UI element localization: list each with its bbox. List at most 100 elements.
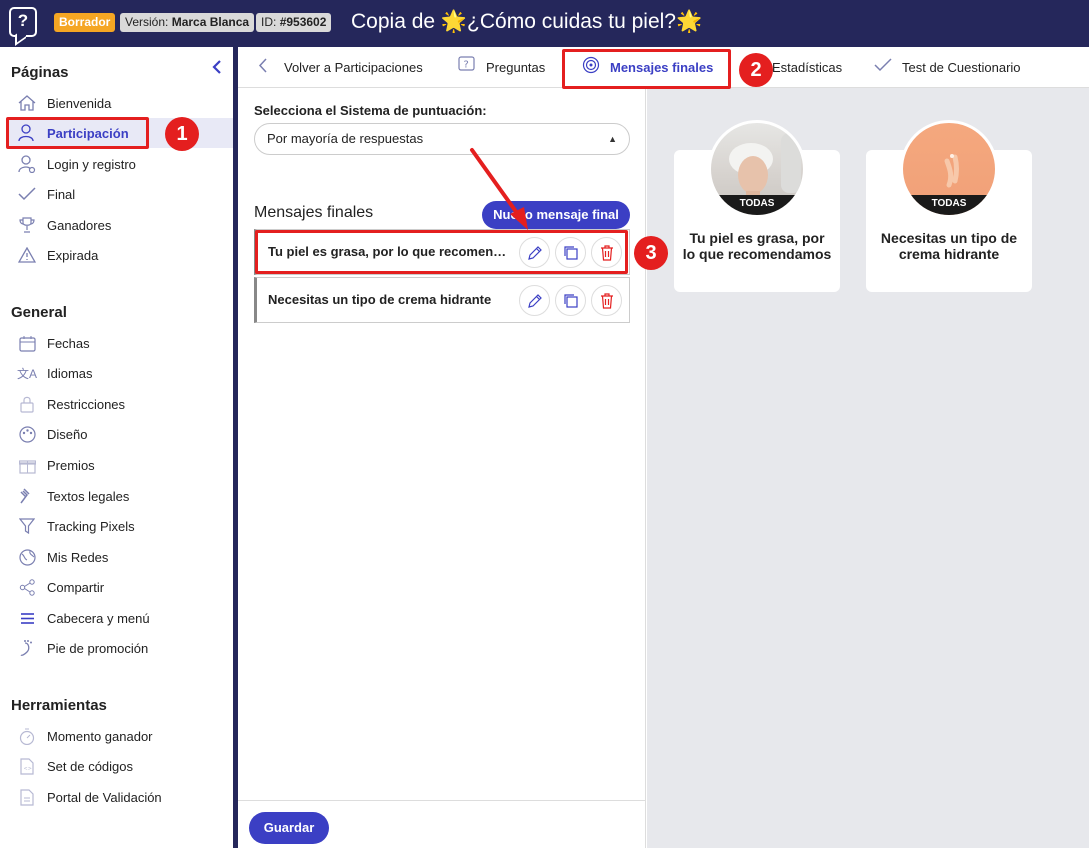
sidebar-item-label: Diseño <box>47 426 88 442</box>
sidebar-item-label: Ganadores <box>47 217 112 233</box>
version-badge: Versión: Marca Blanca <box>120 13 255 32</box>
sidebar-item-login[interactable]: Login y registro <box>8 149 233 179</box>
trophy-icon <box>16 214 38 236</box>
delete-icon[interactable] <box>591 285 622 316</box>
scoring-select[interactable]: Por mayoría de respuestas ▲ <box>254 123 630 155</box>
check-icon <box>16 183 38 205</box>
highlight-participacion <box>6 117 149 149</box>
sidebar-item-momento-ganador[interactable]: Momento ganador <box>8 721 233 751</box>
code-file-icon: <> <box>16 755 38 777</box>
sidebar-item-label: Mis Redes <box>47 549 109 565</box>
sidebar-item-label: Pie de promoción <box>47 640 149 656</box>
tab-test-label: Test de Cuestionario <box>902 59 1021 75</box>
document-icon <box>16 786 38 808</box>
page-title: Copia de 🌟¿Cómo cuidas tu piel?🌟 <box>351 10 703 33</box>
top-bar: ? Borrador Versión: Marca Blanca ID: #95… <box>0 0 1089 47</box>
scoring-label: Selecciona el Sistema de puntuación: <box>254 103 487 118</box>
translate-icon: 文A <box>16 366 37 381</box>
sidebar-item-mis-redes[interactable]: Mis Redes <box>8 542 233 572</box>
sidebar-item-label: Textos legales <box>47 488 130 504</box>
preview-card-text: Tu piel es grasa, por lo que recomendamo… <box>682 230 832 262</box>
tab-preguntas[interactable]: ? Preguntas <box>458 47 545 87</box>
sidebar-item-fechas[interactable]: Fechas <box>8 328 233 358</box>
edit-icon[interactable] <box>519 285 550 316</box>
id-value: #953602 <box>279 15 327 29</box>
final-message-row[interactable]: Necesitas un tipo de crema hidrante <box>254 277 630 323</box>
gavel-icon <box>16 485 38 507</box>
tab-back-label: Volver a Participaciones <box>284 59 423 75</box>
preview-area: TODAS Tu piel es grasa, por lo que recom… <box>647 88 1089 848</box>
warning-icon <box>16 244 38 266</box>
sidebar-item-final[interactable]: Final <box>8 179 233 209</box>
calendar-icon <box>16 332 38 354</box>
select-caret-icon: ▲ <box>608 134 617 144</box>
check-icon <box>874 58 892 76</box>
menu-icon <box>16 607 38 629</box>
globe-icon <box>16 546 38 568</box>
new-final-message-button[interactable]: Nuevo mensaje final <box>482 201 630 229</box>
section-title-pages: Páginas <box>11 64 69 81</box>
sidebar-item-textos-legales[interactable]: Textos legales <box>8 481 233 511</box>
section-title-general: General <box>11 304 67 321</box>
sidebar-item-bienvenida[interactable]: Bienvenida <box>8 88 233 118</box>
stopwatch-icon <box>16 725 38 747</box>
svg-text:<>: <> <box>24 766 32 772</box>
sidebar-item-label: Restricciones <box>47 396 126 412</box>
highlight-first-message-row <box>255 230 628 274</box>
save-button[interactable]: Guardar <box>249 812 329 844</box>
step-number-3: 3 <box>634 236 668 270</box>
sidebar-item-label: Expirada <box>47 247 99 263</box>
sidebar-item-restricciones[interactable]: Restricciones <box>8 389 233 419</box>
sidebar-item-compartir[interactable]: Compartir <box>8 572 233 602</box>
duplicate-icon[interactable] <box>555 285 586 316</box>
step-number-1: 1 <box>165 117 199 151</box>
version-value: Marca Blanca <box>171 15 250 29</box>
sidebar-item-label: Momento ganador <box>47 728 153 744</box>
sidebar-item-pie[interactable]: Pie de promoción <box>8 633 233 663</box>
section-title-tools: Herramientas <box>11 697 107 714</box>
tab-estadisticas-label: Estadísticas <box>772 59 843 75</box>
highlight-mensajes-finales-tab <box>562 49 731 89</box>
sidebar-item-label: Final <box>47 186 76 202</box>
footer-divider <box>238 800 646 801</box>
sidebar-item-tracking[interactable]: Tracking Pixels <box>8 511 233 541</box>
user-settings-icon <box>16 153 38 175</box>
help-logo-icon[interactable]: ? <box>9 7 37 37</box>
sidebar-item-label: Cabecera y menú <box>47 610 150 626</box>
preview-card-text: Necesitas un tipo de crema hidrante <box>880 230 1018 262</box>
tab-back[interactable]: Volver a Participaciones <box>258 47 423 87</box>
sidebar: Páginas Bienvenida Participación Login y… <box>0 47 233 848</box>
sidebar-item-expirada[interactable]: Expirada <box>8 240 233 270</box>
sidebar-item-ganadores[interactable]: Ganadores <box>8 210 233 240</box>
sidebar-item-label: Compartir <box>47 579 105 595</box>
svg-text:?: ? <box>464 60 469 71</box>
final-messages-title: Mensajes finales <box>254 204 374 221</box>
id-badge: ID: #953602 <box>256 13 332 32</box>
tab-estadisticas[interactable]: Estadísticas <box>772 47 842 87</box>
filter-icon <box>16 515 38 537</box>
preview-image: TODAS <box>900 120 998 218</box>
editor-panel: Selecciona el Sistema de puntuación: Por… <box>238 88 646 848</box>
collapse-sidebar-icon[interactable] <box>210 59 224 75</box>
preview-card: TODAS Tu piel es grasa, por lo que recom… <box>674 120 840 292</box>
sidebar-item-label: Portal de Validación <box>47 789 162 805</box>
palette-icon <box>16 423 38 445</box>
segment-badge: TODAS <box>711 195 803 215</box>
sidebar-item-idiomas[interactable]: 文A Idiomas <box>8 358 233 388</box>
id-label: ID: <box>261 15 277 29</box>
step-number-2: 2 <box>739 53 773 87</box>
sidebar-item-premios[interactable]: Premios <box>8 450 233 480</box>
tab-preguntas-label: Preguntas <box>486 59 546 75</box>
gift-icon <box>16 454 38 476</box>
tab-test-cuestionario[interactable]: Test de Cuestionario <box>874 47 1021 87</box>
sidebar-item-label: Bienvenida <box>47 95 112 111</box>
question-icon: ? <box>458 56 476 78</box>
scoring-select-value: Por mayoría de respuestas <box>267 131 424 146</box>
sidebar-item-diseno[interactable]: Diseño <box>8 419 233 449</box>
sidebar-item-set-codigos[interactable]: <> Set de códigos <box>8 751 233 781</box>
sidebar-item-portal[interactable]: Portal de Validación <box>8 782 233 812</box>
draft-badge: Borrador <box>54 13 116 32</box>
home-icon <box>16 92 38 114</box>
sidebar-item-cabecera[interactable]: Cabecera y menú <box>8 603 233 633</box>
lock-icon <box>16 393 38 415</box>
